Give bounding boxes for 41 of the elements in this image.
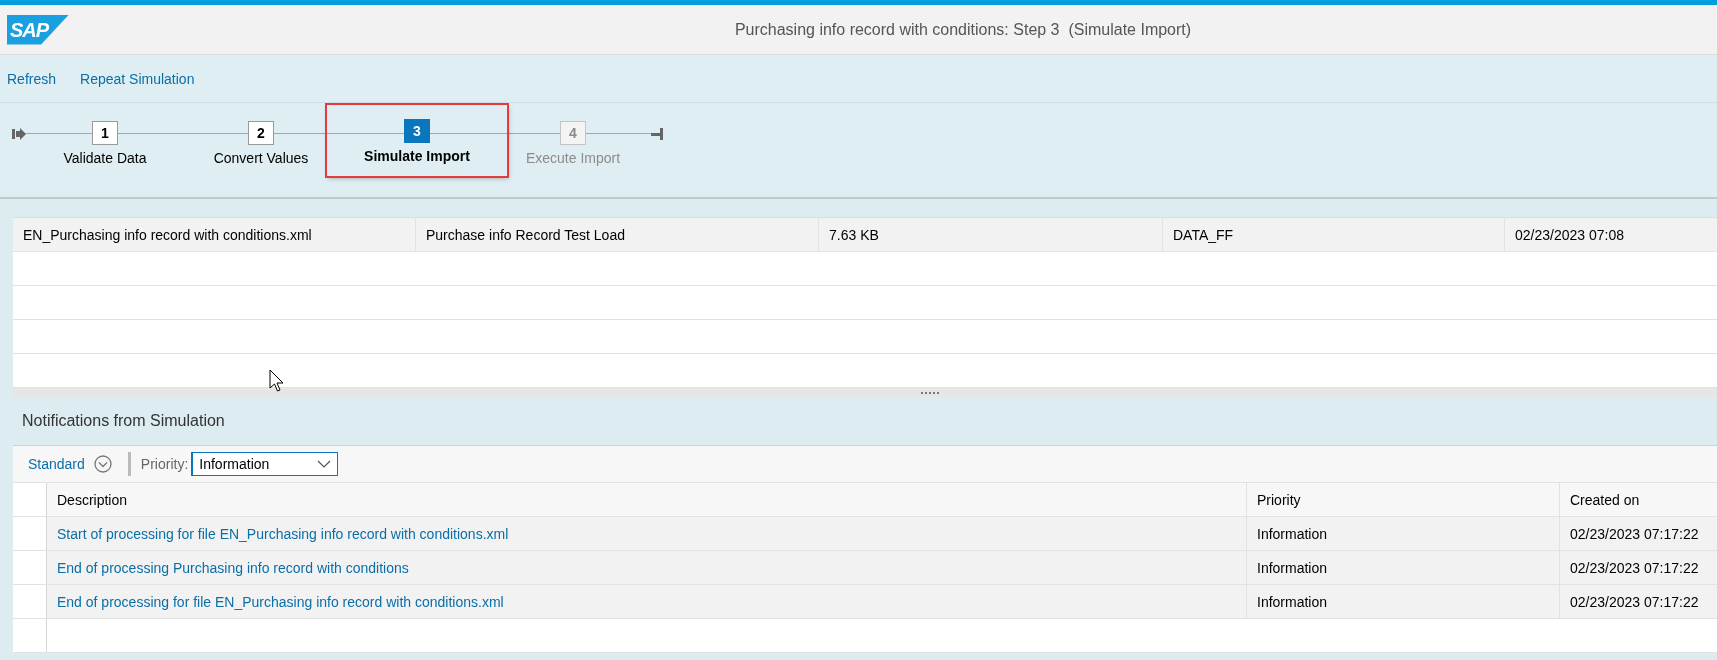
message-link[interactable]: Start of processing for file EN_Purchasing info record with conditions.xml: [47, 517, 1247, 550]
table-cell: Information: [1247, 551, 1560, 584]
chevron-circle-icon[interactable]: [93, 455, 112, 473]
step-label[interactable]: Validate Data: [63, 150, 147, 166]
step-number: 4: [560, 121, 586, 145]
row-selector[interactable]: [13, 517, 47, 550]
toolbar-link[interactable]: Refresh: [7, 70, 57, 87]
step-label[interactable]: Simulate Import: [364, 148, 470, 164]
step-label[interactable]: Convert Values: [213, 150, 309, 166]
step-number[interactable]: 1: [92, 121, 118, 145]
step-number[interactable]: 2: [248, 121, 274, 145]
column-header: Priority: [1247, 483, 1560, 516]
message-link[interactable]: End of processing Purchasing info record with conditions: [47, 551, 1247, 584]
table-cell: DATA_FF: [1163, 218, 1505, 251]
filter-label: Priority:: [140, 456, 189, 472]
table-cell-text: 02/23/2023 07:08: [1514, 225, 1625, 245]
step-label: Execute Import: [525, 150, 621, 166]
table-cell-text: 02/23/2023 07:17:22: [1569, 524, 1700, 544]
table-cell-text: 02/23/2023 07:17:22: [1569, 558, 1700, 578]
column-header: Description: [47, 483, 1247, 516]
priority-dropdown[interactable]: Information: [191, 452, 339, 476]
row-selector[interactable]: [13, 585, 47, 618]
message-link[interactable]: End of processing for file EN_Purchasing info record with conditions.xml: [47, 585, 1247, 618]
column-header: Created on: [1569, 490, 1641, 510]
table-cell: Purchase info Record Test Load: [416, 218, 819, 251]
variant-link[interactable]: Standard: [28, 456, 85, 472]
table-cell: Information: [1247, 585, 1560, 618]
end-icon: [651, 128, 663, 140]
table-cell-text: 02/23/2023 07:17:22: [1569, 592, 1700, 612]
toolbar-link[interactable]: Repeat Simulation: [80, 70, 195, 87]
start-icon: [12, 128, 27, 140]
row-selector[interactable]: [13, 551, 47, 584]
caret-icon[interactable]: [317, 460, 332, 468]
select-all-cell[interactable]: [13, 483, 47, 516]
table-cell: 7.63 KB: [819, 218, 1163, 251]
section-title: Notifications from Simulation: [21, 411, 226, 431]
step-number[interactable]: 3: [404, 119, 430, 143]
sap-logo: SAP: [7, 14, 69, 45]
page-title: Purchasing info record with conditions: Step 3 (Simulate Import): [733, 20, 1193, 39]
table-cell: EN_Purchasing info record with conditions.xml: [13, 218, 416, 251]
table-cell: Information: [1247, 517, 1560, 550]
